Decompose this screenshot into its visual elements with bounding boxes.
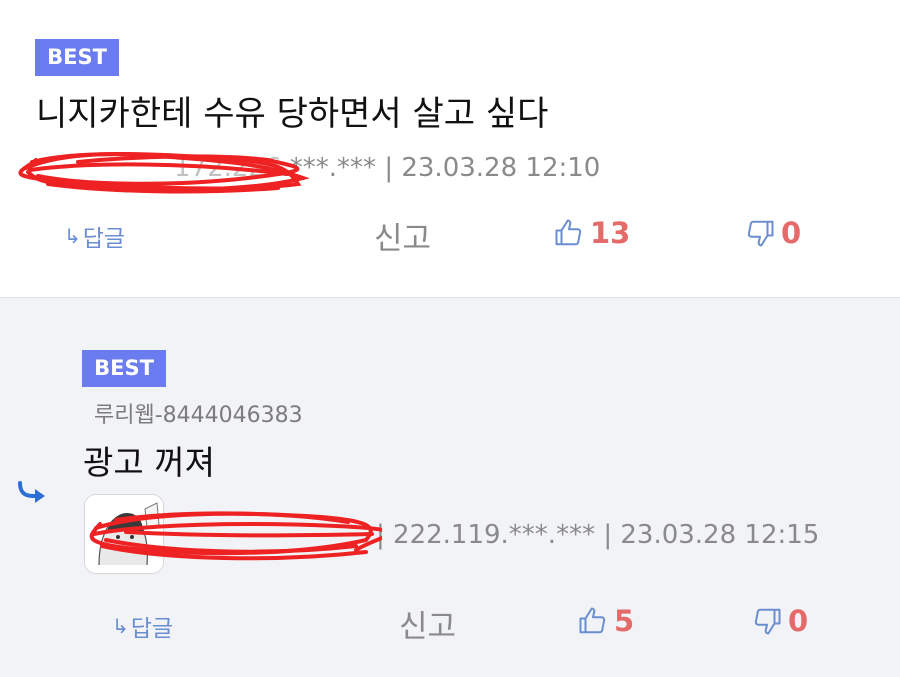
thumbs-up-icon <box>555 219 582 246</box>
thumbs-up-icon <box>579 607 606 634</box>
reply-button[interactable]: ↳ 답글 <box>112 609 173 643</box>
comment-author[interactable]: 루리웹-8444046383 <box>94 397 303 429</box>
avatar[interactable] <box>84 494 164 574</box>
upvote-count: 5 <box>614 604 635 638</box>
reply-label: 답글 <box>82 226 126 252</box>
downvote-button[interactable]: 0 <box>745 216 801 250</box>
best-badge: BEST <box>35 39 119 76</box>
ip-date: | 222.119.***.*** | 23.03.28 12:15 <box>376 520 820 550</box>
ip-date: .***.*** | 23.03.28 12:10 <box>281 153 601 183</box>
downvote-count: 0 <box>781 216 802 250</box>
downvote-count: 0 <box>788 604 809 638</box>
reply-arrow-icon: ↳ <box>64 224 81 248</box>
anime-avatar-image <box>85 495 163 573</box>
comment-body: 니지카한테 수유 당하면서 살고 싶다 <box>36 94 549 134</box>
upvote-count: 13 <box>590 216 631 250</box>
downvote-button[interactable]: 0 <box>752 604 808 638</box>
upvote-button[interactable]: 5 <box>578 604 634 638</box>
comment-list: BEST 니지카한테 수유 당하면서 살고 싶다 172.226.***.***… <box>0 0 900 677</box>
comment-best-1: BEST 니지카한테 수유 당하면서 살고 싶다 172.226.***.***… <box>0 0 900 298</box>
reply-label: 답글 <box>130 616 174 642</box>
comment-meta: 172.226.***.*** | 23.03.28 12:10 <box>34 153 600 183</box>
report-button[interactable]: 신고 <box>374 213 431 258</box>
best-badge: BEST <box>82 350 166 387</box>
reply-button[interactable]: ↳ 답글 <box>64 219 125 253</box>
report-button[interactable]: 신고 <box>399 601 456 646</box>
upvote-button[interactable]: 13 <box>554 216 630 250</box>
thumbs-down-icon <box>747 220 774 247</box>
reply-arrow-icon: ↳ <box>112 614 129 638</box>
ip-prefix: 172.226 <box>174 153 282 183</box>
reply-arrow-icon <box>18 481 45 503</box>
comment-body: 광고 꺼져 <box>83 443 215 482</box>
comment-best-2-reply: BEST 루리웹-8444046383 광고 꺼져 | 222.119.***.… <box>0 298 900 677</box>
thumbs-down-icon <box>754 608 781 635</box>
comment-meta: | 222.119.***.*** | 23.03.28 12:15 <box>176 520 819 550</box>
